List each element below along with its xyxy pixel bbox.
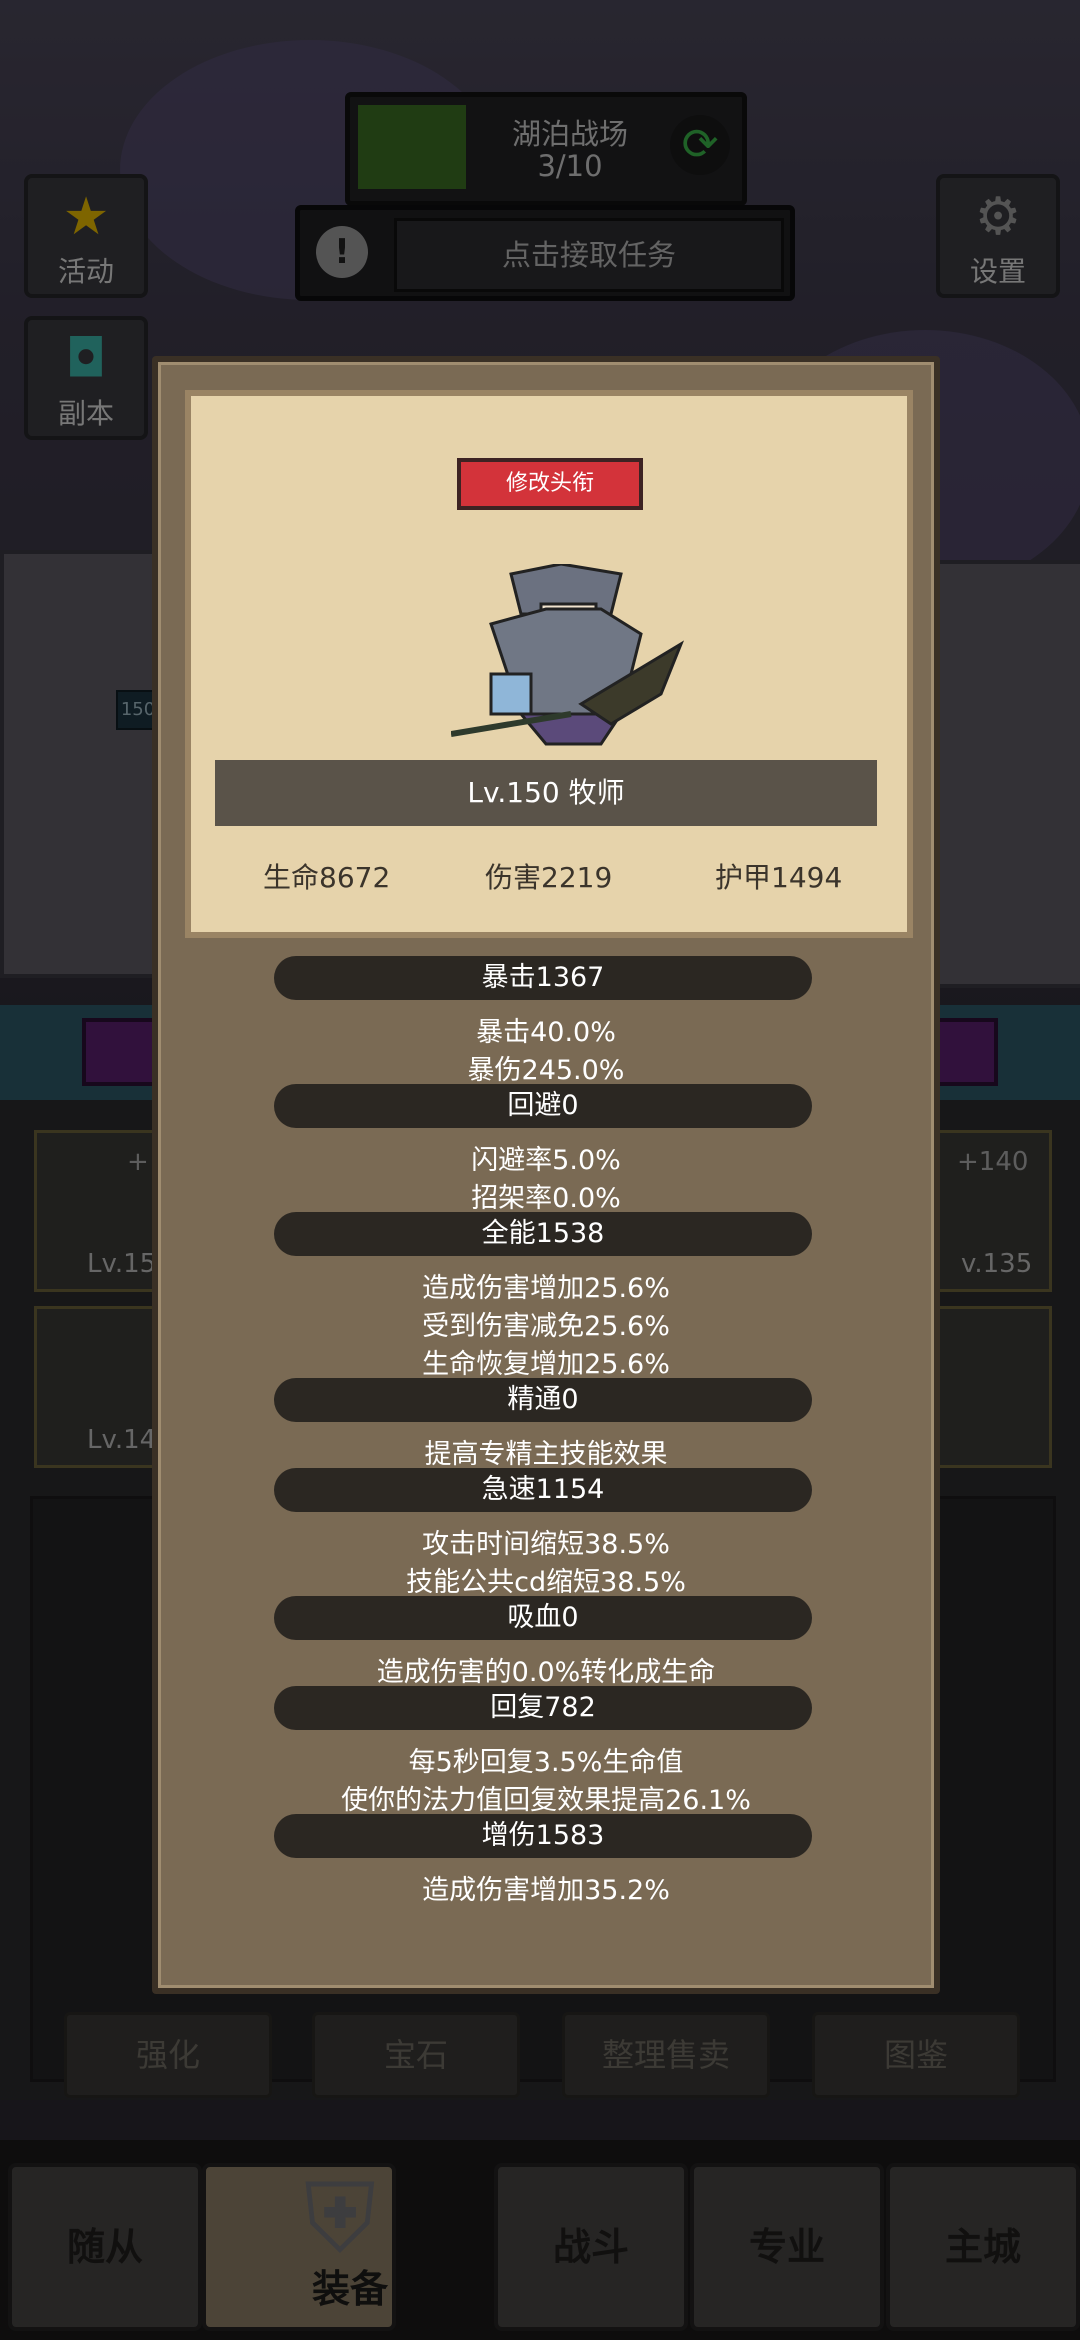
haste-attack: 攻击时间缩短38.5% [422, 1529, 670, 1560]
crit-damage: 暴伤245.0% [467, 1055, 625, 1086]
lifesteal-desc: 造成伤害的0.0%转化成生命 [376, 1657, 716, 1688]
versatility-header: 全能1538 [274, 1212, 812, 1256]
haste-header: 急速1154 [274, 1468, 812, 1512]
damage-boost-header: 增伤1583 [274, 1814, 812, 1858]
mastery-desc: 提高专精主技能效果 [424, 1439, 668, 1470]
character-card: 修改头衔 Lv.150 牧师 生命8672 伤害2219 护甲1494 [185, 390, 913, 938]
haste-gcd: 技能公共cd缩短38.5% [406, 1567, 686, 1598]
hp-stat: 生命8672 [263, 861, 391, 894]
damage-boost-desc: 造成伤害增加35.2% [422, 1875, 670, 1906]
mastery-header: 精通0 [274, 1378, 812, 1422]
crit-rate: 暴击40.0% [476, 1017, 616, 1048]
lifesteal-header: 吸血0 [274, 1596, 812, 1640]
crit-header: 暴击1367 [274, 956, 812, 1000]
versatility-reduction: 受到伤害减免25.6% [422, 1311, 670, 1342]
regen-header: 回复782 [274, 1686, 812, 1730]
versatility-damage: 造成伤害增加25.6% [422, 1273, 670, 1304]
character-stats-panel: 修改头衔 Lv.150 牧师 生命8672 伤害2219 护甲1494 暴击13… [152, 356, 940, 1994]
armor-stat: 护甲1494 [715, 861, 843, 894]
dodge-rate: 闪避率5.0% [471, 1145, 621, 1176]
versatility-healing: 生命恢复增加25.6% [422, 1349, 670, 1380]
damage-stat: 伤害2219 [485, 861, 613, 894]
parry-rate: 招架率0.0% [471, 1183, 621, 1214]
regen-mana: 使你的法力值回复效果提高26.1% [341, 1785, 751, 1816]
priest-character-sprite [451, 564, 685, 746]
avoidance-header: 回避0 [274, 1084, 812, 1128]
level-class-label: Lv.150 牧师 [215, 760, 877, 826]
regen-hp: 每5秒回复3.5%生命值 [408, 1747, 684, 1778]
change-title-button[interactable]: 修改头衔 [457, 458, 643, 510]
